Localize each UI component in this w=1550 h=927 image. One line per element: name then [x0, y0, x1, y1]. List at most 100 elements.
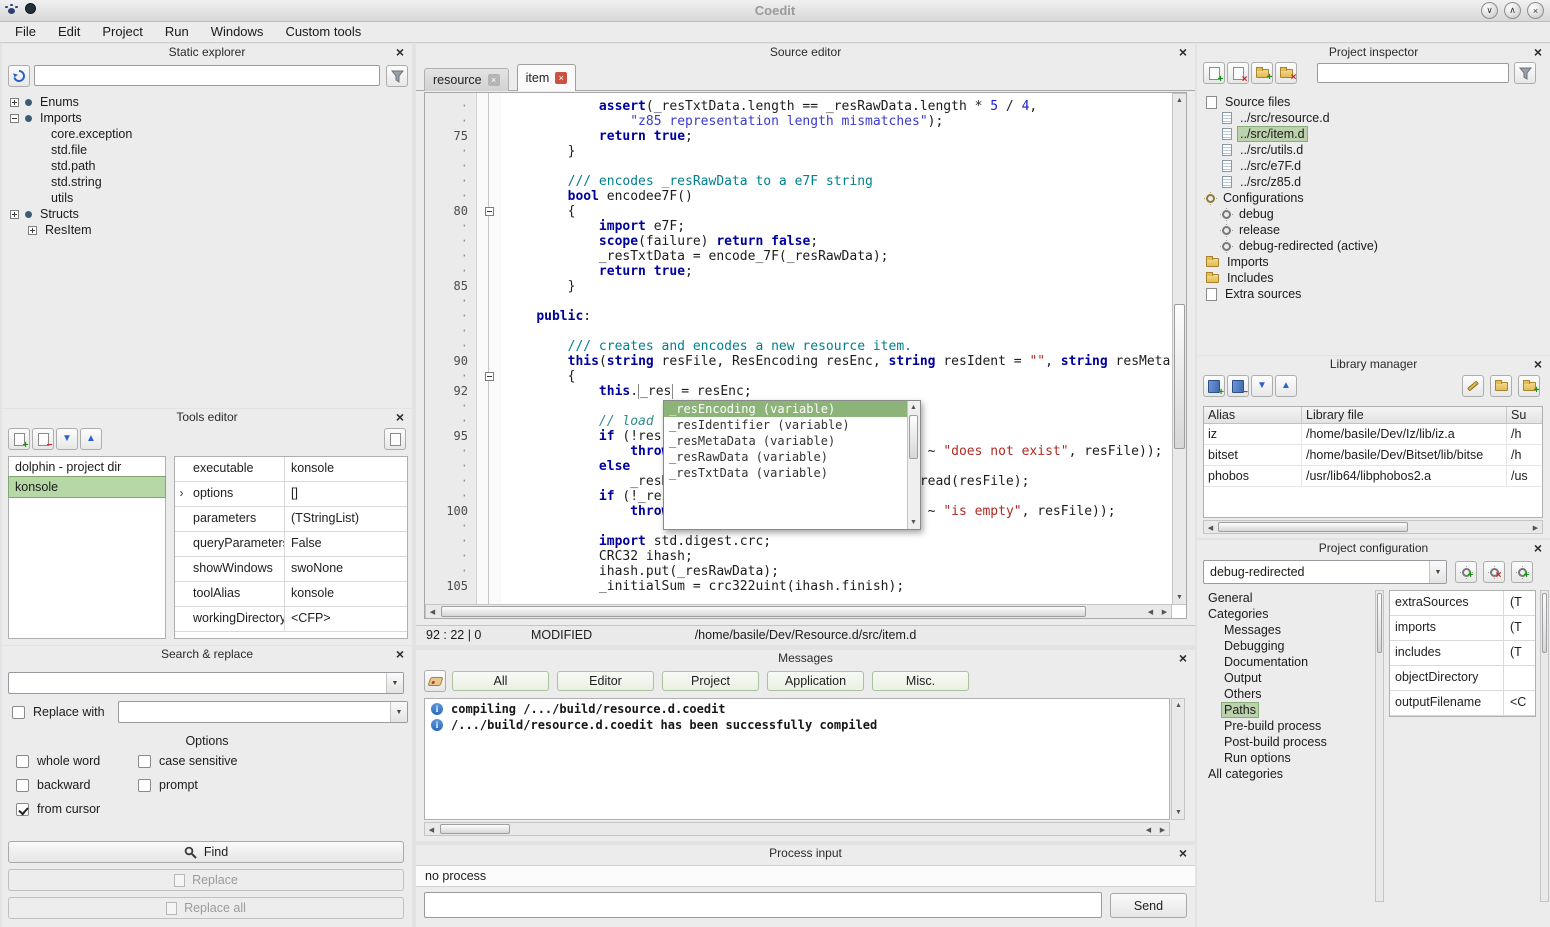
add-source-button[interactable]: + — [1203, 62, 1225, 84]
code-line[interactable]: · /// encodes _resRawData to a e7F strin… — [425, 174, 1171, 189]
filter-button[interactable] — [386, 65, 408, 87]
option-prompt[interactable]: prompt — [138, 778, 198, 792]
filter-misc-button[interactable]: Misc. — [872, 671, 969, 691]
close-panel-icon[interactable]: × — [1531, 357, 1545, 372]
prop-value[interactable]: (T — [1504, 616, 1535, 640]
expand-icon[interactable] — [10, 98, 19, 107]
code-line[interactable]: 85 } — [425, 279, 1171, 294]
completion-item-restxtdata-variable[interactable]: _resTxtData (variable) — [664, 465, 907, 481]
tree-item-enums[interactable]: Enums — [2, 94, 412, 110]
close-button[interactable]: × — [1527, 2, 1544, 19]
scrollbar-thumb[interactable] — [909, 415, 918, 459]
prop-row-extrasources[interactable]: extraSources(T — [1390, 591, 1535, 616]
add-folder-button[interactable]: + — [1251, 62, 1273, 84]
tool-item-konsole[interactable]: konsole — [9, 477, 165, 497]
add-library-button[interactable]: + — [1203, 375, 1225, 397]
scrollbar-thumb[interactable] — [441, 606, 1086, 617]
code-line[interactable]: 75 return true; — [425, 129, 1171, 144]
chevron-down-icon[interactable]: ▼ — [1429, 561, 1446, 583]
tree-item-std-file[interactable]: std.file — [2, 142, 412, 158]
refresh-button[interactable] — [8, 65, 30, 87]
prop-value[interactable]: swoNone — [285, 557, 407, 581]
tree-item-extra-sources[interactable]: Extra sources — [1197, 286, 1550, 302]
library-row-phobos[interactable]: phobos/usr/lib64/libphobos2.a/us — [1204, 466, 1542, 487]
tree-item-std-string[interactable]: std.string — [2, 174, 412, 190]
prop-value[interactable]: konsole — [285, 582, 407, 606]
remove-configuration-button[interactable]: × — [1483, 561, 1505, 583]
code-line[interactable]: · CRC32 ihash; — [425, 549, 1171, 564]
tree-item-release[interactable]: release — [1197, 222, 1550, 238]
code-line[interactable]: · ihash.put(_resRawData); — [425, 564, 1171, 579]
scroll-down-icon[interactable]: ▼ — [1172, 806, 1185, 819]
symbol-search-input[interactable] — [34, 65, 380, 86]
prop-row-parameters[interactable]: parameters(TStringList) — [175, 507, 407, 532]
editor-vertical-scrollbar[interactable]: ▲ ▼ — [1172, 93, 1187, 605]
tree-item-imports[interactable]: Imports — [2, 110, 412, 126]
tree-item-documentation[interactable]: Documentation — [1197, 654, 1373, 670]
scroll-right-icon[interactable]: ▶ — [1156, 823, 1169, 836]
message-row[interactable]: i/.../build/resource.d.coedit has been s… — [425, 717, 1169, 733]
completion-item-resmetadata-variable[interactable]: _resMetaData (variable) — [664, 433, 907, 449]
library-horizontal-scrollbar[interactable]: ◀ ▶ — [1203, 520, 1543, 534]
filter-all-button[interactable]: All — [452, 671, 549, 691]
tree-item-imports[interactable]: Imports — [1197, 254, 1550, 270]
completion-item-resencoding-variable[interactable]: _resEncoding (variable) — [664, 401, 907, 417]
tree-item-output[interactable]: Output — [1197, 670, 1373, 686]
tree-item-others[interactable]: Others — [1197, 686, 1373, 702]
tree-item-categories[interactable]: Categories — [1197, 606, 1373, 622]
scroll-right-icon[interactable]: ▶ — [1529, 521, 1542, 534]
remove-library-button[interactable]: − — [1227, 375, 1249, 397]
checkbox[interactable] — [16, 803, 29, 816]
move-tool-up-button[interactable]: ▲ — [80, 428, 102, 450]
fold-icon[interactable] — [485, 372, 494, 381]
tree-item-paths[interactable]: Paths — [1197, 702, 1373, 718]
find-button[interactable]: Find — [8, 841, 404, 863]
prop-value[interactable]: (TStringList) — [285, 507, 407, 531]
filter-application-button[interactable]: Application — [767, 671, 864, 691]
tab-item[interactable]: item× — [517, 64, 577, 91]
checkbox[interactable] — [138, 755, 151, 768]
code-line[interactable]: · import e7F; — [425, 219, 1171, 234]
prop-row-imports[interactable]: imports(T — [1390, 616, 1535, 641]
code-line[interactable]: · import std.digest.crc; — [425, 534, 1171, 549]
library-row-bitset[interactable]: bitset/home/basile/Dev/Bitset/lib/bitse/… — [1204, 445, 1542, 466]
filter-editor-button[interactable]: Editor — [557, 671, 654, 691]
tree-item-debug[interactable]: debug — [1197, 206, 1550, 222]
shade-button[interactable]: ∨ — [1481, 2, 1498, 19]
code-line[interactable]: 80 { — [425, 204, 1171, 219]
column-header-library-file[interactable]: Library file — [1302, 407, 1507, 423]
completion-item-residentifier-variable[interactable]: _resIdentifier (variable) — [664, 417, 907, 433]
prop-value[interactable]: [] — [285, 482, 407, 506]
tree-item-src-item-d[interactable]: ../src/item.d — [1197, 126, 1550, 142]
remove-folder-button[interactable]: × — [1275, 62, 1297, 84]
prop-value[interactable]: <CFP> — [285, 607, 407, 631]
editor-horizontal-scrollbar[interactable]: ◀ ◀ ▶ — [425, 604, 1172, 619]
prop-row-options[interactable]: ›options[] — [175, 482, 407, 507]
close-panel-icon[interactable]: × — [1176, 45, 1190, 60]
tree-item-src-z85-d[interactable]: ../src/z85.d — [1197, 174, 1550, 190]
close-panel-icon[interactable]: × — [393, 410, 407, 425]
close-panel-icon[interactable]: × — [1531, 541, 1545, 556]
checkbox[interactable] — [16, 779, 29, 792]
library-row-iz[interactable]: iz/home/basile/Dev/Iz/lib/iz.a/h — [1204, 424, 1542, 445]
scroll-left-icon[interactable]: ◀ — [1144, 605, 1157, 618]
tree-item-core-exception[interactable]: core.exception — [2, 126, 412, 142]
scrollbar-thumb[interactable] — [1542, 593, 1547, 653]
tree-item-utils[interactable]: utils — [2, 190, 412, 206]
properties-scrollbar[interactable] — [1540, 590, 1549, 902]
categories-scrollbar[interactable] — [1375, 590, 1384, 902]
messages-horizontal-scrollbar[interactable]: ◀ ◀ ▶ — [424, 822, 1170, 836]
prop-row-toolalias[interactable]: toolAliaskonsole — [175, 582, 407, 607]
maximize-button[interactable]: ∧ — [1504, 2, 1521, 19]
menu-edit[interactable]: Edit — [47, 22, 91, 42]
prop-row-includes[interactable]: includes(T — [1390, 641, 1535, 666]
tree-item-general[interactable]: General — [1197, 590, 1373, 606]
code-line[interactable]: · } — [425, 144, 1171, 159]
scroll-down-icon[interactable]: ▼ — [907, 516, 920, 529]
move-library-up-button[interactable]: ▲ — [1275, 375, 1297, 397]
tab-resource[interactable]: resource× — [424, 68, 509, 91]
prop-row-objectdirectory[interactable]: objectDirectory — [1390, 666, 1535, 691]
prop-value[interactable]: konsole — [285, 457, 407, 481]
library-from-project-button[interactable]: + — [1518, 375, 1540, 397]
tree-item-post-build-process[interactable]: Post-build process — [1197, 734, 1373, 750]
